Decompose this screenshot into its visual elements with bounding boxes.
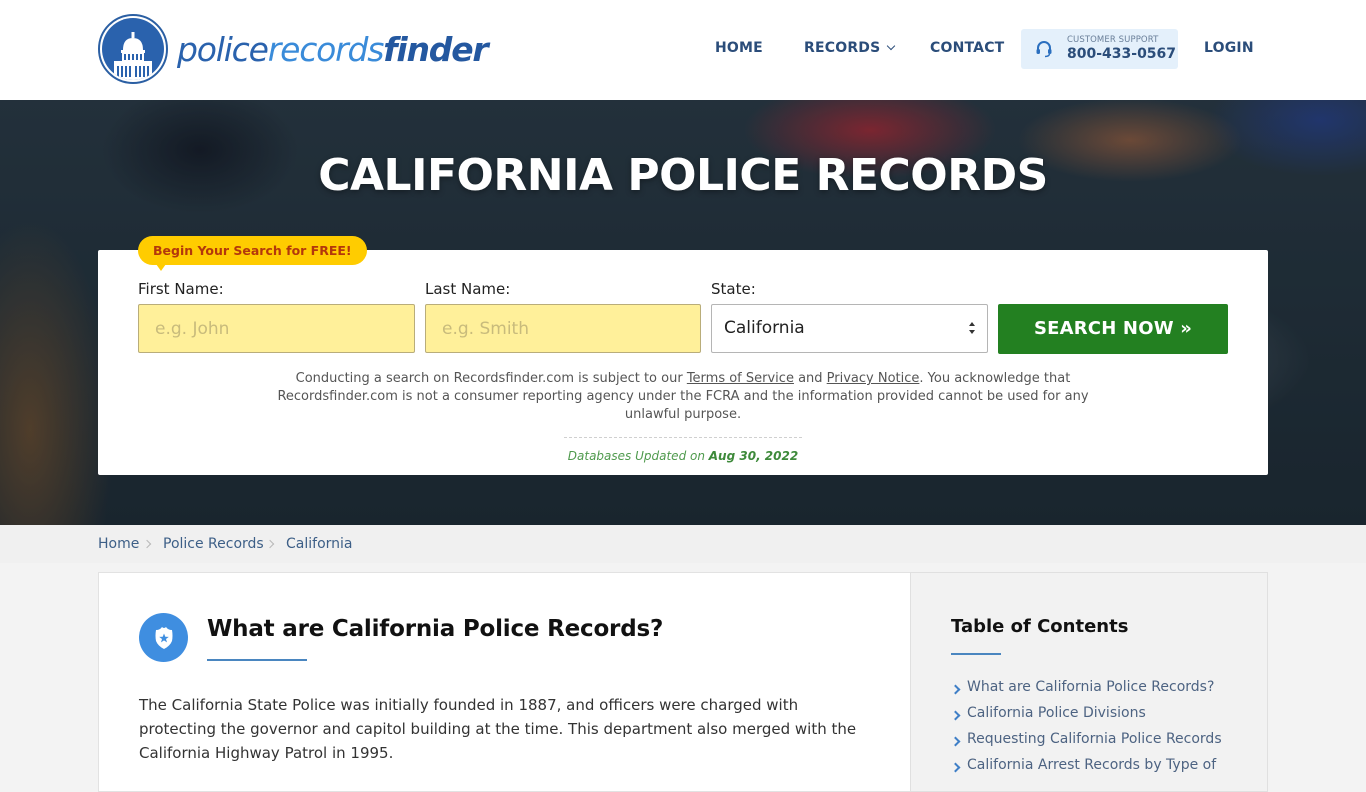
nav-records[interactable]: RECORDS xyxy=(804,40,896,56)
site-header: policerecordsfinder HOME RECORDS CONTACT… xyxy=(0,0,1366,100)
section-body-text: The California State Police was initiall… xyxy=(139,696,857,762)
nav-contact[interactable]: CONTACT xyxy=(930,40,1004,56)
last-name-input[interactable] xyxy=(425,304,701,353)
breadcrumb-chevron-icon xyxy=(265,539,275,549)
first-name-label: First Name: xyxy=(138,280,224,298)
toc-item[interactable]: Requesting California Police Records xyxy=(951,731,1222,757)
database-updated-note: Databases Updated on Aug 30, 2022 xyxy=(98,449,1268,463)
police-badge-icon xyxy=(139,613,188,662)
hero-banner: CALIFORNIA POLICE RECORDS Begin Your Sea… xyxy=(0,100,1366,525)
toc-title: Table of Contents xyxy=(951,616,1129,637)
nav-home[interactable]: HOME xyxy=(715,40,763,56)
support-label: CUSTOMER SUPPORT xyxy=(1067,35,1159,45)
nav-login[interactable]: LOGIN xyxy=(1204,40,1254,56)
disclaimer-text-2: and xyxy=(793,371,827,386)
section-heading: What are California Police Records? xyxy=(207,616,664,642)
db-updated-date: Aug 30, 2022 xyxy=(708,449,799,463)
main-content: What are California Police Records? The … xyxy=(98,572,910,792)
toc-list: What are California Police Records? Cali… xyxy=(951,679,1222,783)
privacy-notice-link[interactable]: Privacy Notice xyxy=(827,371,920,386)
customer-support-button[interactable]: CUSTOMER SUPPORT 800-433-0567 xyxy=(1021,29,1178,69)
search-now-button[interactable]: SEARCH NOW » xyxy=(998,304,1228,354)
toc-item[interactable]: California Police Divisions xyxy=(951,705,1222,731)
terms-of-service-link[interactable]: Terms of Service xyxy=(687,371,794,386)
toc-item[interactable]: California Arrest Records by Type of xyxy=(951,757,1222,783)
page-title: CALIFORNIA POLICE RECORDS xyxy=(318,150,1048,201)
dashed-divider xyxy=(564,437,802,438)
breadcrumb-chevron-icon xyxy=(142,539,152,549)
logo-text-finder: finder xyxy=(383,29,488,69)
state-selected-value: California xyxy=(724,318,805,338)
logo-wordmark: policerecordsfinder xyxy=(177,29,489,69)
state-label: State: xyxy=(711,280,756,298)
logo-text-police: police xyxy=(177,29,269,69)
state-select[interactable]: California xyxy=(711,304,988,353)
support-phone[interactable]: 800-433-0567 xyxy=(1067,46,1176,62)
disclaimer-text-1: Conducting a search on Recordsfinder.com… xyxy=(295,371,687,386)
toc-underline xyxy=(951,653,1001,655)
nav-records-label: RECORDS xyxy=(804,40,881,56)
site-logo[interactable]: policerecordsfinder xyxy=(98,14,489,84)
breadcrumb-police-records[interactable]: Police Records xyxy=(163,536,264,552)
breadcrumb-california[interactable]: California xyxy=(286,536,352,552)
chevron-down-icon xyxy=(887,41,896,51)
toc-item[interactable]: What are California Police Records? xyxy=(951,679,1222,705)
select-arrows-icon xyxy=(969,322,975,334)
logo-text-records: records xyxy=(267,29,385,69)
last-name-label: Last Name: xyxy=(425,280,511,298)
breadcrumb-home[interactable]: Home xyxy=(98,536,139,552)
capitol-logo-icon xyxy=(98,14,168,84)
db-updated-label: Databases Updated on xyxy=(567,449,709,463)
headset-icon xyxy=(1036,41,1052,58)
heading-underline xyxy=(207,659,307,661)
search-disclaimer: Conducting a search on Recordsfinder.com… xyxy=(258,370,1108,424)
search-form: Begin Your Search for FREE! First Name: … xyxy=(98,236,1268,475)
first-name-input[interactable] xyxy=(138,304,415,353)
free-search-badge: Begin Your Search for FREE! xyxy=(138,236,367,271)
table-of-contents: Table of Contents What are California Po… xyxy=(910,572,1268,792)
breadcrumb: Home Police Records California xyxy=(0,525,1366,563)
